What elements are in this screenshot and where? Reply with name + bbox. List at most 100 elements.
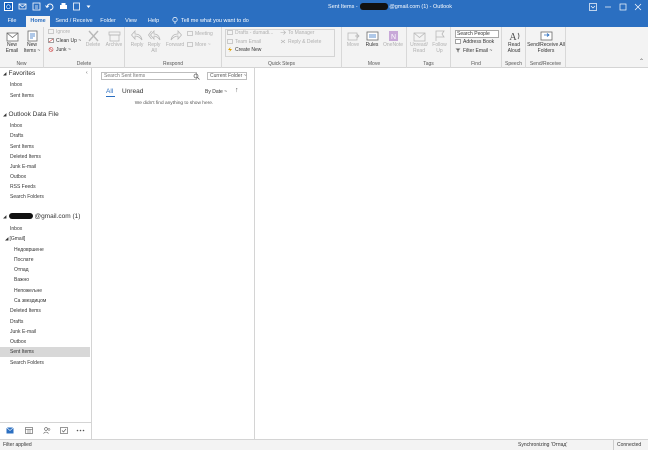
gmail-drafts[interactable]: Недовршене [14, 245, 44, 255]
data-file-header[interactable]: ◢ Outlook Data File [3, 111, 59, 118]
junk-button[interactable]: Junk ~ [48, 47, 71, 54]
new-items-icon [27, 30, 37, 42]
more-apps-icon[interactable] [76, 427, 85, 435]
minimize-icon[interactable] [600, 0, 616, 15]
tab-file[interactable]: File [3, 16, 21, 27]
move-button[interactable]: Move [344, 30, 362, 49]
tab-help[interactable]: Help [145, 16, 162, 27]
undo-icon[interactable] [45, 2, 54, 11]
send-receive-all-icon[interactable] [32, 2, 41, 11]
status-synchronizing: Synchronizing 'Отпад' [518, 442, 568, 448]
window-title-prefix: Sent Items - [328, 3, 360, 10]
read-aloud-button[interactable]: A Read Aloud [504, 30, 524, 54]
df-deleted-items[interactable]: Deleted Items [10, 152, 41, 162]
tab-folder[interactable]: Folder [98, 16, 118, 27]
quick-step-team-email[interactable]: Team Email [227, 39, 261, 46]
mail-icon[interactable] [5, 427, 14, 435]
acc-outbox[interactable]: Outbox [10, 337, 26, 347]
quick-step-drafts[interactable]: Drafts - dumadi... [227, 30, 273, 37]
collapse-pane-icon[interactable]: ‹ [86, 70, 88, 76]
ignore-button[interactable]: Ignore [48, 29, 70, 36]
quick-access-icon[interactable] [72, 2, 81, 11]
close-icon[interactable] [630, 0, 646, 15]
df-sent-items[interactable]: Sent Items [10, 142, 34, 152]
fav-sent-items[interactable]: Sent Items [10, 91, 34, 101]
onenote-button[interactable]: N OneNote [383, 30, 403, 49]
send-receive-icon[interactable] [18, 2, 27, 11]
new-items-button[interactable]: New Items ~ [22, 30, 42, 54]
lightning-icon [227, 47, 233, 53]
acc-search-folders[interactable]: Search Folders [10, 358, 44, 368]
rules-button[interactable]: Rules [363, 30, 381, 49]
search-sent-items-input[interactable]: Search Sent Items [101, 72, 197, 80]
quick-step-create-new-label: Create New [235, 47, 262, 53]
gmail-starred[interactable]: Са звездицом [14, 296, 46, 306]
acc-sent-items[interactable]: Sent Items [0, 347, 90, 357]
tell-me-box[interactable]: Tell me what you want to do [172, 16, 249, 26]
print-icon[interactable] [59, 2, 68, 11]
delete-button[interactable]: Delete [84, 30, 102, 49]
gmail-spam[interactable]: Непожељне [14, 286, 42, 296]
search-scope-dropdown[interactable]: Current Folder ~ [207, 72, 247, 80]
address-book-button[interactable]: Address Book [455, 39, 494, 46]
search-icon[interactable] [193, 73, 200, 80]
quick-step-to-manager[interactable]: To Manager [280, 30, 314, 37]
df-drafts[interactable]: Drafts [10, 131, 23, 141]
onenote-icon: N [388, 31, 398, 41]
customize-toolbar-icon[interactable] [84, 2, 93, 11]
tasks-icon[interactable] [59, 427, 68, 435]
account-header[interactable]: ◢ @gmail.com (1) [3, 213, 80, 220]
filter-icon [455, 48, 461, 53]
quick-step-reply-delete[interactable]: Reply & Delete [280, 39, 321, 46]
acc-junk-email[interactable]: Junk E-mail [10, 327, 36, 337]
clean-up-button[interactable]: Clean Up ~ [48, 38, 81, 45]
acc-drafts[interactable]: Drafts [10, 317, 23, 327]
filter-unread-tab[interactable]: Unread [122, 88, 143, 95]
tab-home[interactable]: Home [26, 16, 50, 27]
gmail-sent[interactable]: Послате [14, 255, 33, 265]
onenote-label: OneNote [383, 42, 404, 48]
calendar-icon[interactable] [24, 427, 33, 435]
forward-button[interactable]: Forward [165, 30, 185, 49]
filter-email-button[interactable]: Filter Email ~ [455, 48, 492, 55]
quick-step-team-email-label: Team Email [235, 39, 262, 45]
df-rss-feeds[interactable]: RSS Feeds [10, 182, 36, 192]
favorites-header[interactable]: ◢ Favorites [3, 70, 35, 77]
archive-button[interactable]: Archive [104, 30, 124, 49]
df-junk-email[interactable]: Junk E-mail [10, 162, 36, 172]
acc-gmail-folder[interactable]: ◢[Gmail] [5, 234, 25, 244]
df-outbox[interactable]: Outbox [10, 172, 26, 182]
df-search-folders[interactable]: Search Folders [10, 192, 44, 202]
tab-view[interactable]: View [122, 16, 140, 27]
maximize-icon[interactable] [615, 0, 631, 15]
reply-all-button[interactable]: Reply All [146, 30, 162, 54]
more-respond-button[interactable]: More ~ [187, 42, 211, 49]
reply-button[interactable]: Reply [129, 30, 145, 49]
df-inbox[interactable]: Inbox [10, 121, 22, 131]
tab-send-receive[interactable]: Send / Receive [54, 16, 94, 27]
group-respond-label: Respond [162, 61, 183, 67]
ribbon-display-icon[interactable] [585, 0, 601, 15]
acc-inbox[interactable]: Inbox [10, 224, 22, 234]
reading-pane [256, 68, 648, 439]
new-email-button[interactable]: New Email [3, 30, 21, 54]
window-title: Sent Items - @gmail.com (1) - Outlook [300, 3, 480, 10]
gmail-important[interactable]: Важно [14, 275, 29, 285]
sort-by-dropdown[interactable]: By Date ~ [205, 89, 227, 95]
follow-up-button[interactable]: Follow Up [430, 30, 449, 54]
acc-deleted-items[interactable]: Deleted Items [10, 306, 41, 316]
sort-direction-button[interactable]: ↑ [235, 87, 239, 94]
quick-step-create-new[interactable]: Create New [227, 47, 261, 54]
search-people-input[interactable]: Search People [455, 30, 499, 38]
send-receive-all-folders-button[interactable]: Send/Receive All Folders [527, 30, 565, 54]
gmail-trash[interactable]: Отпад [14, 265, 29, 275]
fav-inbox[interactable]: Inbox [10, 80, 22, 90]
expand-triangle-icon: ◢ [3, 112, 7, 117]
filter-all-tab[interactable]: All [106, 88, 113, 95]
people-icon[interactable] [42, 427, 51, 435]
meeting-icon [187, 31, 193, 36]
collapse-ribbon-icon[interactable]: ⌃ [639, 58, 644, 65]
meeting-button[interactable]: Meeting [187, 31, 213, 38]
unread-read-button[interactable]: Unread/ Read [409, 30, 429, 54]
read-aloud-label: Read Aloud [507, 42, 521, 54]
